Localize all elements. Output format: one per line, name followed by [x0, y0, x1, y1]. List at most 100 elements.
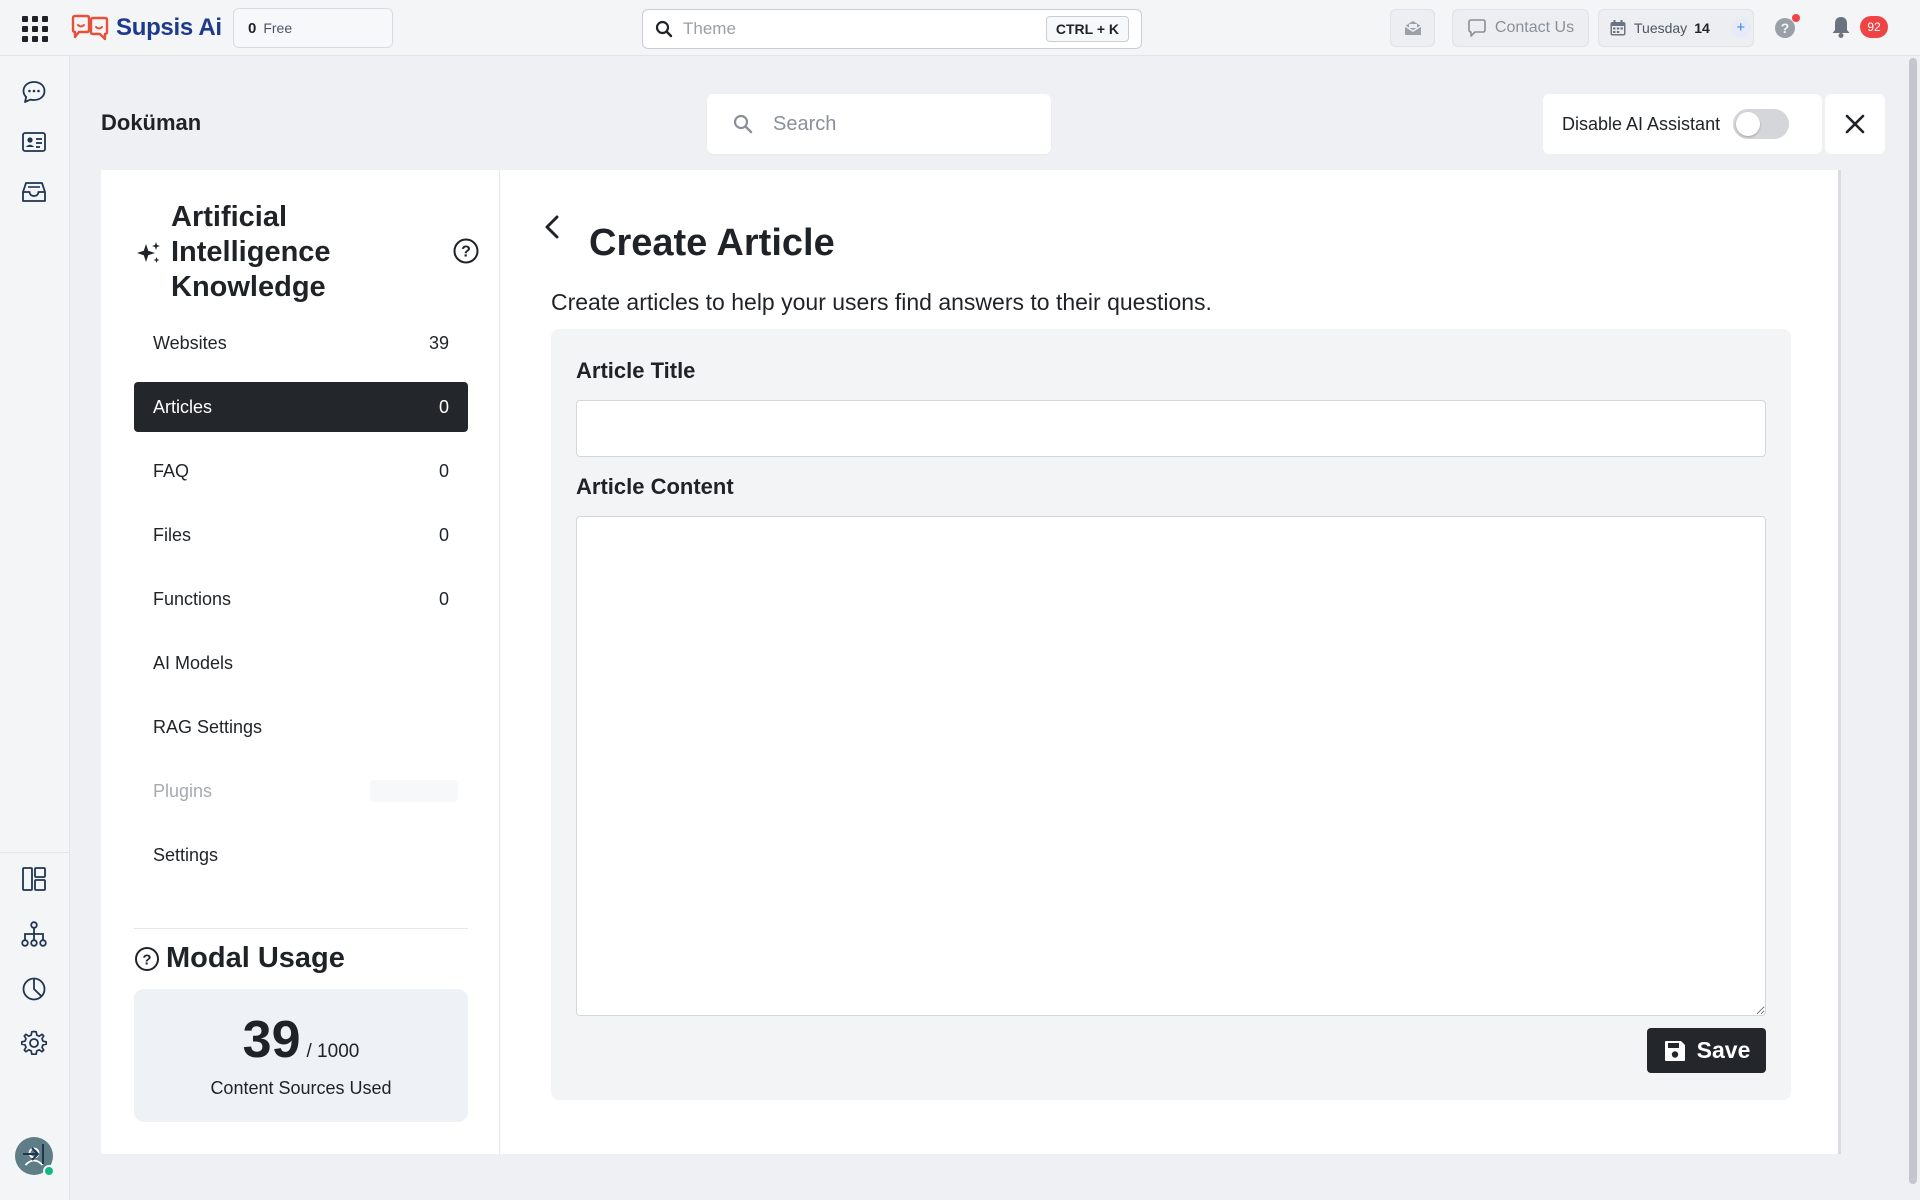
knowledge-sidebar: Artificial Intelligence Knowledge ? Webs…	[101, 170, 500, 1154]
chat-bubble-icon	[1467, 19, 1487, 37]
bell-icon[interactable]	[1830, 15, 1852, 39]
toggle-knob	[1736, 112, 1761, 136]
contact-us-label: Contact Us	[1494, 19, 1575, 36]
scrollbar-thumb[interactable]	[1909, 58, 1917, 1184]
global-search[interactable]: CTRL + K	[642, 9, 1142, 49]
menu-item-articles[interactable]: Articles 0	[134, 382, 468, 432]
menu-item-label: Articles	[153, 396, 213, 417]
page-scrollbar[interactable]	[1906, 56, 1920, 1188]
knowledge-header: Artificial Intelligence Knowledge ?	[135, 200, 480, 305]
mail-icon	[1403, 18, 1423, 38]
usage-header: ? Modal Usage	[134, 942, 345, 975]
help-circle-icon[interactable]: ?	[134, 946, 160, 972]
svg-text:?: ?	[461, 244, 471, 261]
inbox-icon[interactable]	[20, 178, 48, 206]
hierarchy-icon[interactable]	[20, 920, 48, 948]
back-arrow-icon[interactable]	[538, 212, 568, 242]
save-disk-icon	[1663, 1039, 1687, 1063]
knowledge-search[interactable]	[707, 94, 1051, 154]
menu-item-settings[interactable]: Settings	[134, 830, 468, 880]
article-content-textarea[interactable]	[576, 516, 1766, 1016]
mail-button[interactable]	[1390, 9, 1435, 47]
menu-item-label: Settings	[153, 844, 219, 865]
save-button[interactable]: Save	[1647, 1028, 1766, 1073]
date-day: Tuesday	[1634, 20, 1688, 36]
contact-us-button[interactable]: Contact Us	[1452, 9, 1589, 47]
dashboard-icon[interactable]	[20, 865, 48, 893]
ai-assistant-toggle[interactable]	[1733, 109, 1790, 139]
sidebar-divider	[134, 928, 468, 929]
article-title-label: Article Title	[576, 358, 696, 383]
menu-item-ai-models[interactable]: AI Models	[134, 638, 468, 688]
menu-item-label: Plugins	[153, 780, 213, 801]
menu-item-count: 39	[428, 332, 449, 353]
article-heading: Create Article	[589, 222, 835, 264]
global-search-input[interactable]	[683, 19, 1046, 39]
gear-icon[interactable]	[20, 1029, 48, 1057]
usage-values: 39/ 1000	[243, 1012, 360, 1068]
article-content-label: Article Content	[576, 474, 734, 499]
top-bar: Supsis Ai 0 Free CTRL + K Contact Us Tue…	[0, 0, 1920, 56]
menu-item-label: Files	[153, 524, 192, 545]
date-button[interactable]: Tuesday 14 +	[1598, 9, 1754, 47]
notification-badge: 92	[1860, 16, 1888, 38]
article-subtitle: Create articles to help your users find …	[551, 289, 1212, 315]
create-article-panel: Create Article Create articles to help y…	[500, 170, 1841, 1154]
usage-limit: / 1000	[306, 1041, 360, 1062]
logout-icon[interactable]	[20, 1140, 48, 1168]
calendar-icon	[1609, 19, 1627, 37]
menu-item-label: FAQ	[153, 460, 190, 481]
menu-item-functions[interactable]: Functions 0	[134, 574, 468, 624]
credits-count: 0	[248, 19, 257, 37]
menu-item-websites[interactable]: Websites 39	[134, 318, 468, 368]
logo[interactable]: Supsis Ai	[70, 12, 222, 44]
chat-icon[interactable]	[20, 78, 48, 106]
contact-card-icon[interactable]	[20, 128, 48, 156]
sparkles-icon	[135, 239, 163, 267]
usage-label: Content Sources Used	[210, 1078, 392, 1098]
close-button[interactable]	[1825, 94, 1885, 154]
page-title: Doküman	[101, 110, 202, 135]
menu-item-label: AI Models	[153, 652, 234, 673]
usage-card: 39/ 1000 Content Sources Used	[134, 989, 468, 1122]
menu-item-label: RAG Settings	[153, 716, 263, 737]
help-circle-icon[interactable]: ?	[452, 237, 480, 265]
menu-item-plugins: Plugins	[134, 766, 468, 816]
left-rail	[0, 56, 70, 1200]
search-icon	[655, 20, 673, 38]
article-title-input[interactable]	[576, 400, 1766, 457]
knowledge-title: Artificial Intelligence Knowledge	[171, 201, 331, 303]
article-form: Article Title Article Content Save	[551, 329, 1791, 1100]
knowledge-search-input[interactable]	[773, 112, 1013, 136]
menu-item-faq[interactable]: FAQ 0	[134, 446, 468, 496]
menu-item-label: Websites	[153, 332, 227, 353]
plugins-placeholder-badge	[370, 780, 458, 802]
plus-icon[interactable]: +	[1730, 18, 1751, 38]
supsis-logo-icon	[70, 14, 110, 42]
menu-item-label: Functions	[153, 588, 232, 609]
menu-item-rag-settings[interactable]: RAG Settings	[134, 702, 468, 752]
svg-text:?: ?	[142, 951, 151, 968]
pie-chart-icon[interactable]	[20, 975, 48, 1003]
ai-assistant-toggle-box: Disable AI Assistant	[1543, 94, 1822, 154]
logo-text: Supsis Ai	[116, 14, 222, 41]
rail-divider	[0, 852, 70, 853]
search-icon	[733, 114, 753, 134]
usage-title: Modal Usage	[166, 942, 345, 974]
menu-item-count: 0	[438, 524, 449, 545]
menu-item-count: 0	[438, 588, 449, 609]
help-alert-dot	[1792, 14, 1800, 22]
credits-indicator[interactable]: 0 Free	[233, 8, 393, 48]
menu-item-files[interactable]: Files 0	[134, 510, 468, 560]
menu-item-count: 0	[438, 396, 449, 417]
credits-label: Free	[263, 20, 293, 36]
date-number: 14	[1694, 20, 1710, 36]
save-label: Save	[1696, 1037, 1751, 1063]
search-shortcut: CTRL + K	[1045, 16, 1129, 42]
apps-grid-icon[interactable]	[22, 16, 48, 42]
usage-used: 39	[242, 1011, 301, 1069]
menu-item-count: 0	[438, 460, 449, 481]
ai-toggle-label: Disable AI Assistant	[1562, 113, 1721, 134]
svg-text:?: ?	[1781, 20, 1790, 36]
knowledge-menu: Websites 39 Articles 0 FAQ 0 Files 0 Fun…	[134, 318, 468, 894]
